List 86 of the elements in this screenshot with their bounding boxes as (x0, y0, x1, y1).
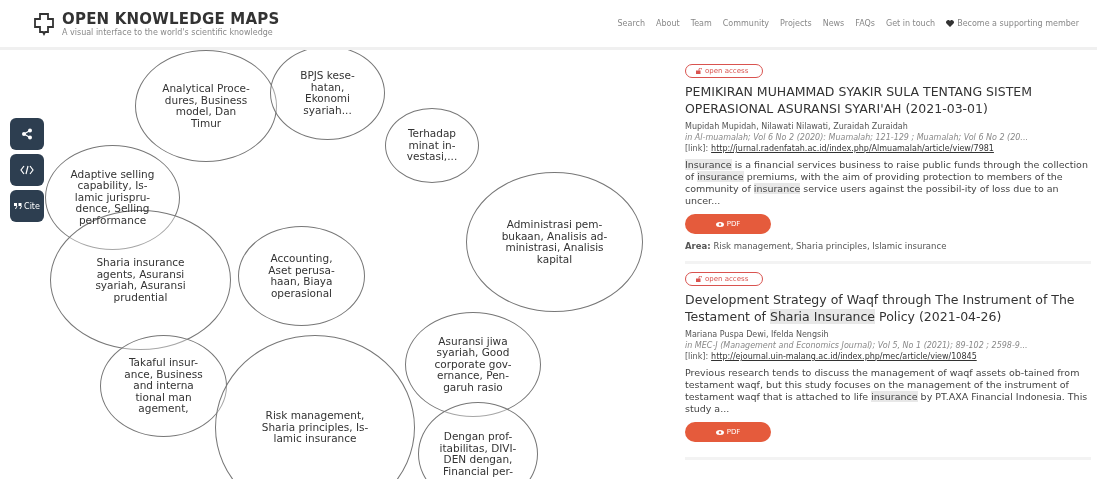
eye-icon (715, 221, 724, 227)
topic-bubble[interactable]: Risk management, Sharia principles, Is- lamic insurance (215, 335, 415, 479)
nav-link[interactable]: Search (617, 19, 645, 28)
site-subtitle: A visual interface to the world's scientific knowledge (62, 28, 274, 37)
bubble-label: Accounting, (270, 253, 333, 265)
paper-abstract: Previous research tends to discuss the management of waqf assets ob-tained from testament waqf, but this study focuses on the management of the instrument of testament waqf that is attached to life insurance by PT.AXA Financial Indonesia. This study a... (685, 367, 1089, 415)
bubble-label: ance, Business (124, 368, 203, 381)
bubble-label: tional man (135, 391, 192, 404)
bubble-label: agents, Asuransi (96, 268, 185, 280)
bubble-label: Financial per- (443, 465, 513, 477)
bubble-label: itabilitas, DIVI- (439, 442, 517, 454)
bubble-label: ministrasi, Analisis (505, 242, 604, 254)
topic-bubble[interactable]: Terhadap minat in- vestasi,... (385, 108, 479, 183)
bubble-label: Takaful insur- (128, 357, 199, 369)
bubble-label: Administrasi pem- (506, 219, 603, 231)
bubble-label: vestasi,... (406, 151, 458, 163)
link-label: [link]: (685, 352, 709, 361)
bubble-label: Dengan prof- (443, 431, 513, 443)
topic-bubble[interactable]: Accounting, Aset perusa- haan, Biaya operasional (238, 226, 365, 326)
bubble-label: syariah, Good (436, 347, 510, 359)
nav-link[interactable]: Get in touch (885, 19, 936, 28)
logo-icon (32, 11, 56, 36)
quote-icon (14, 203, 23, 209)
topic-bubble[interactable]: BPJS kese- hatan, Ekonomi syariah... (270, 50, 385, 140)
bubble-label: Terhadap (407, 128, 457, 140)
bubble-label: haan, Biaya (270, 276, 333, 288)
paper-abstract: Insurance is a financial services business to raise public funds through the collection of insurance premiums, with the aim of providing protection to members of the community of insurance service users against the possibil-ity of loss due to an uncer... (685, 159, 1089, 207)
cite-button[interactable]: Cite (10, 190, 44, 222)
bubble-label: Sharia insurance (96, 257, 185, 269)
bubble-label: operasional (270, 287, 333, 299)
link-label: [link]: (685, 144, 709, 153)
paper-authors: Mariana Puspa Dewi, Ifelda Nengsih (685, 330, 830, 339)
heart-icon (946, 20, 955, 27)
bubble-label: Sharia principles, Is- (261, 421, 369, 434)
site-title: OPEN KNOWLEDGE MAPS (62, 10, 280, 28)
paper-area: Area: Risk management, Sharia principles, Islamic insurance (685, 241, 1091, 251)
bubble-label: Asuransi jiwa (438, 335, 508, 348)
bubble-label: Ekonomi (305, 93, 350, 105)
bubble-label: Adaptive selling (70, 168, 155, 181)
bubble-label: lamic jurispru- (74, 191, 151, 204)
bubble-label: agement, (138, 403, 189, 415)
paper-title[interactable]: PEMIKIRAN MUHAMMAD SYAKIR SULA TENTANG SISTEM OPERASIONAL ASURANSI SYARI'AH (2021-03-01) (685, 83, 1091, 117)
embed-button[interactable] (10, 154, 44, 186)
bubble-label: DEN dengan, (443, 454, 513, 466)
nav-link[interactable]: Team (690, 19, 712, 28)
bubble-label: ernance, Pen- (436, 370, 510, 382)
bubble-label: Timur (190, 117, 222, 129)
bubble-label: capability, Is- (77, 180, 148, 192)
bubble-label: Analytical Proce- (162, 83, 250, 95)
bubble-label: corporate gov- (434, 358, 512, 371)
topic-bubble[interactable]: Administrasi pem- bukaan, Analisis ad- ministrasi, Analisis kapital (466, 172, 643, 312)
bubble-label: hatan, (310, 81, 345, 93)
paper-authors: Mupidah Mupidah, Nilawati Nilawati, Zuraidah Zuraidah (685, 122, 909, 131)
bubble-label: and interna (133, 380, 194, 392)
share-button[interactable] (10, 118, 44, 150)
bubble-label: syariah... (303, 104, 352, 116)
bubble-label: minat in- (408, 139, 456, 152)
eye-icon (715, 429, 724, 435)
nav-link[interactable]: Projects (780, 19, 812, 28)
bubble-label: syariah, Asuransi (95, 280, 186, 292)
nav-link[interactable]: About (655, 19, 680, 28)
topic-bubble[interactable]: Takaful insur- ance, Business and interna tional man agement, (100, 335, 227, 437)
bubble-label: Risk management, (265, 410, 365, 422)
share-icon (21, 128, 33, 140)
topic-bubble[interactable]: Dengan prof- itabilitas, DIVI- DEN dengan, Financial per- (418, 402, 538, 479)
nav-link[interactable]: FAQs (855, 19, 875, 28)
paper-source: in Al-muamalah; Vol 6 No 2 (2020): Muamalah; 121-129 ; Muamalah; Vol 6 No 2 (20... (685, 133, 1029, 142)
paper-link[interactable]: http://ejournal.uin-malang.ac.id/index.php/mec/article/view/10845 (711, 352, 977, 361)
bubble-label: dures, Business (164, 94, 248, 106)
paper-source: in MEC-J (Management and Economics Journal); Vol 5, No 1 (2021); 89-102 ; 2598-9... (685, 341, 1029, 350)
bubble-label: bukaan, Analisis ad- (501, 230, 608, 242)
nav-link[interactable]: News (822, 19, 845, 28)
nav-link[interactable]: Community (722, 19, 770, 28)
topic-bubble[interactable]: Analytical Proce- dures, Business model, Dan Timur (135, 50, 277, 162)
bubble-label: kapital (536, 253, 573, 265)
bubble-label: lamic insurance (273, 433, 357, 445)
code-icon (20, 165, 34, 175)
paper-link[interactable]: http://jurnal.radenfatah.ac.id/index.php/Almuamalah/article/view/7981 (711, 144, 994, 153)
lock-icon (696, 68, 702, 74)
bubble-label: prudential (113, 291, 168, 303)
bubble-label: garuh rasio (443, 381, 503, 394)
bubble-label: Aset perusa- (268, 264, 335, 276)
paper-title[interactable]: Development Strategy of Waqf through The Instrument of The Testament of Sharia Insurance Policy (2021-04-26) (685, 291, 1091, 325)
bubble-label: BPJS kese- (300, 70, 355, 82)
lock-icon (696, 276, 702, 282)
bubble-label: model, Dan (175, 106, 237, 118)
